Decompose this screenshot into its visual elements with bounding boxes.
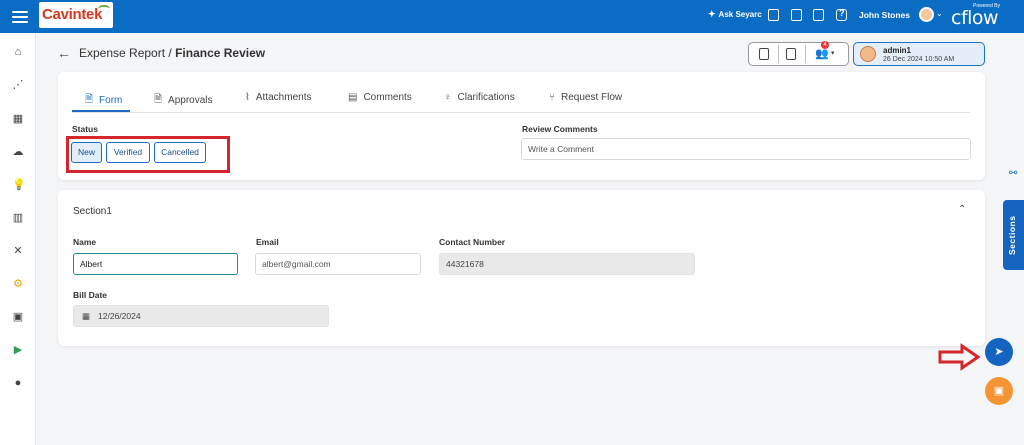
save-icon: ▣ — [993, 385, 1005, 397]
cloud-icon[interactable]: ☁ — [12, 146, 24, 158]
user-avatar[interactable] — [919, 7, 934, 22]
divider — [805, 45, 806, 63]
review-comment-input[interactable]: Write a Comment — [521, 138, 971, 160]
notification-badge: 4 — [821, 41, 829, 49]
table-icon[interactable]: ▦ — [12, 113, 24, 125]
paperclip-icon: ⌇ — [245, 92, 250, 103]
checklist-icon[interactable] — [813, 9, 824, 21]
ask-seyarc-button[interactable]: ✦ Ask Seyarc — [708, 9, 762, 20]
highlight-frame — [66, 136, 230, 173]
flow-icon: ⑂ — [549, 92, 555, 103]
tab-approvals[interactable]: 🗎 Approvals — [154, 92, 213, 109]
assignee-name: admin1 — [883, 46, 912, 55]
tab-label: Comments — [363, 92, 412, 103]
breadcrumb-parent[interactable]: Expense Report — [79, 46, 165, 60]
brand-name: Cavintek — [42, 6, 103, 23]
leaf-icon — [98, 5, 110, 13]
bill-date-label: Bill Date — [73, 290, 108, 300]
sparkle-icon: ✦ — [708, 9, 716, 19]
integration-icon[interactable]: ⚙ — [12, 278, 24, 290]
review-comments-label: Review Comments — [522, 124, 598, 134]
user-name[interactable]: John Stones — [859, 10, 910, 20]
report-icon[interactable] — [791, 9, 802, 21]
assignee-date: 26 Dec 2024 10:50 AM — [883, 56, 955, 63]
tab-attachments[interactable]: ⌇ Attachments — [245, 92, 311, 103]
tab-request-flow[interactable]: ⑂ Request Flow — [549, 92, 622, 103]
chevron-up-icon[interactable]: ⌃ — [958, 204, 966, 215]
bill-date-field[interactable]: ▦ 12/26/2024 — [73, 305, 329, 327]
status-label: Status — [72, 124, 98, 134]
name-label: Name — [73, 237, 97, 247]
file-check-icon: 🗎 — [154, 94, 163, 105]
section-title: Section1 — [73, 206, 112, 217]
calendar-icon: ▦ — [82, 311, 91, 321]
divider — [778, 45, 779, 63]
tab-form[interactable]: 🗎 Form — [85, 92, 122, 109]
home-icon[interactable]: ⌂ — [12, 46, 24, 58]
apple-icon[interactable]: ● — [12, 377, 24, 389]
video-icon[interactable] — [768, 9, 779, 21]
help-icon[interactable] — [836, 8, 847, 21]
tab-label: Attachments — [255, 92, 312, 103]
breadcrumb-current: Finance Review — [175, 46, 266, 60]
send-icon: ➤ — [994, 346, 1004, 358]
brand-logo[interactable]: Cavintek — [39, 2, 113, 28]
lightbulb-icon[interactable]: 💡 — [12, 179, 26, 191]
lightbulb-icon: ♀ — [444, 92, 452, 103]
tab-bar: 🗎 Form 🗎 Approvals ⌇ Attachments ▤ Comments … — [72, 86, 970, 113]
hamburger-menu-icon[interactable] — [12, 8, 28, 24]
tab-clarifications[interactable]: ♀ Clarifications — [444, 92, 515, 103]
name-field[interactable]: Albert — [73, 253, 238, 275]
contact-number-field: 44321678 — [439, 253, 695, 275]
link-icon[interactable]: ⚯ — [1009, 168, 1017, 179]
calendar-icon[interactable]: ▣ — [12, 311, 24, 323]
comment-icon: ▤ — [348, 92, 358, 103]
email-label: Email — [256, 237, 279, 247]
users-icon[interactable]: 👥 — [815, 47, 829, 60]
tab-label: Form — [99, 95, 123, 106]
avatar — [860, 46, 876, 62]
contact-number-label: Contact Number — [439, 237, 506, 247]
breadcrumb-separator: / — [165, 46, 176, 60]
tab-comments[interactable]: ▤ Comments — [348, 92, 412, 103]
save-button[interactable]: ▣ — [985, 377, 1013, 405]
ask-seyarc-label: Ask Seyarc — [718, 10, 762, 19]
zip-download-icon[interactable] — [759, 48, 769, 60]
chevron-down-icon[interactable]: ⌄ — [936, 9, 943, 18]
email-field[interactable]: albert@gmail.com — [255, 253, 421, 275]
breadcrumb: Expense Report / Finance Review — [79, 46, 265, 60]
tab-label: Approvals — [168, 95, 213, 106]
tab-label: Request Flow — [561, 92, 623, 103]
assignee-card[interactable]: admin1 26 Dec 2024 10:50 AM — [853, 42, 985, 66]
submit-send-button[interactable]: ➤ — [985, 338, 1013, 366]
active-tab-indicator — [72, 110, 130, 112]
play-store-icon[interactable]: ▶ — [12, 344, 24, 356]
share-icon[interactable]: ⋰ — [12, 79, 24, 91]
top-bar: Cavintek ✦ Ask Seyarc John Stones ⌄ Powe… — [0, 0, 1024, 33]
sections-panel-toggle[interactable]: Sections — [1003, 200, 1024, 270]
sections-label: Sections — [1007, 215, 1017, 255]
chart-icon[interactable]: ▥ — [12, 212, 24, 224]
left-sidebar: ⌂ ⋰ ▦ ☁ 💡 ▥ ✕ ⚙ ▣ ▶ ● — [0, 33, 36, 445]
product-name: cflow — [951, 7, 999, 29]
pdf-icon[interactable] — [786, 48, 796, 60]
red-arrow-annotation — [938, 343, 981, 371]
bill-date-value: 12/26/2024 — [98, 311, 141, 321]
tab-label: Clarifications — [457, 92, 515, 103]
chevron-down-icon[interactable]: ▾ — [831, 49, 835, 57]
file-icon: 🗎 — [85, 94, 94, 105]
back-arrow-icon[interactable]: ← — [57, 45, 71, 61]
header-action-group: 👥 4 ▾ — [748, 41, 849, 66]
tools-icon[interactable]: ✕ — [12, 245, 24, 257]
